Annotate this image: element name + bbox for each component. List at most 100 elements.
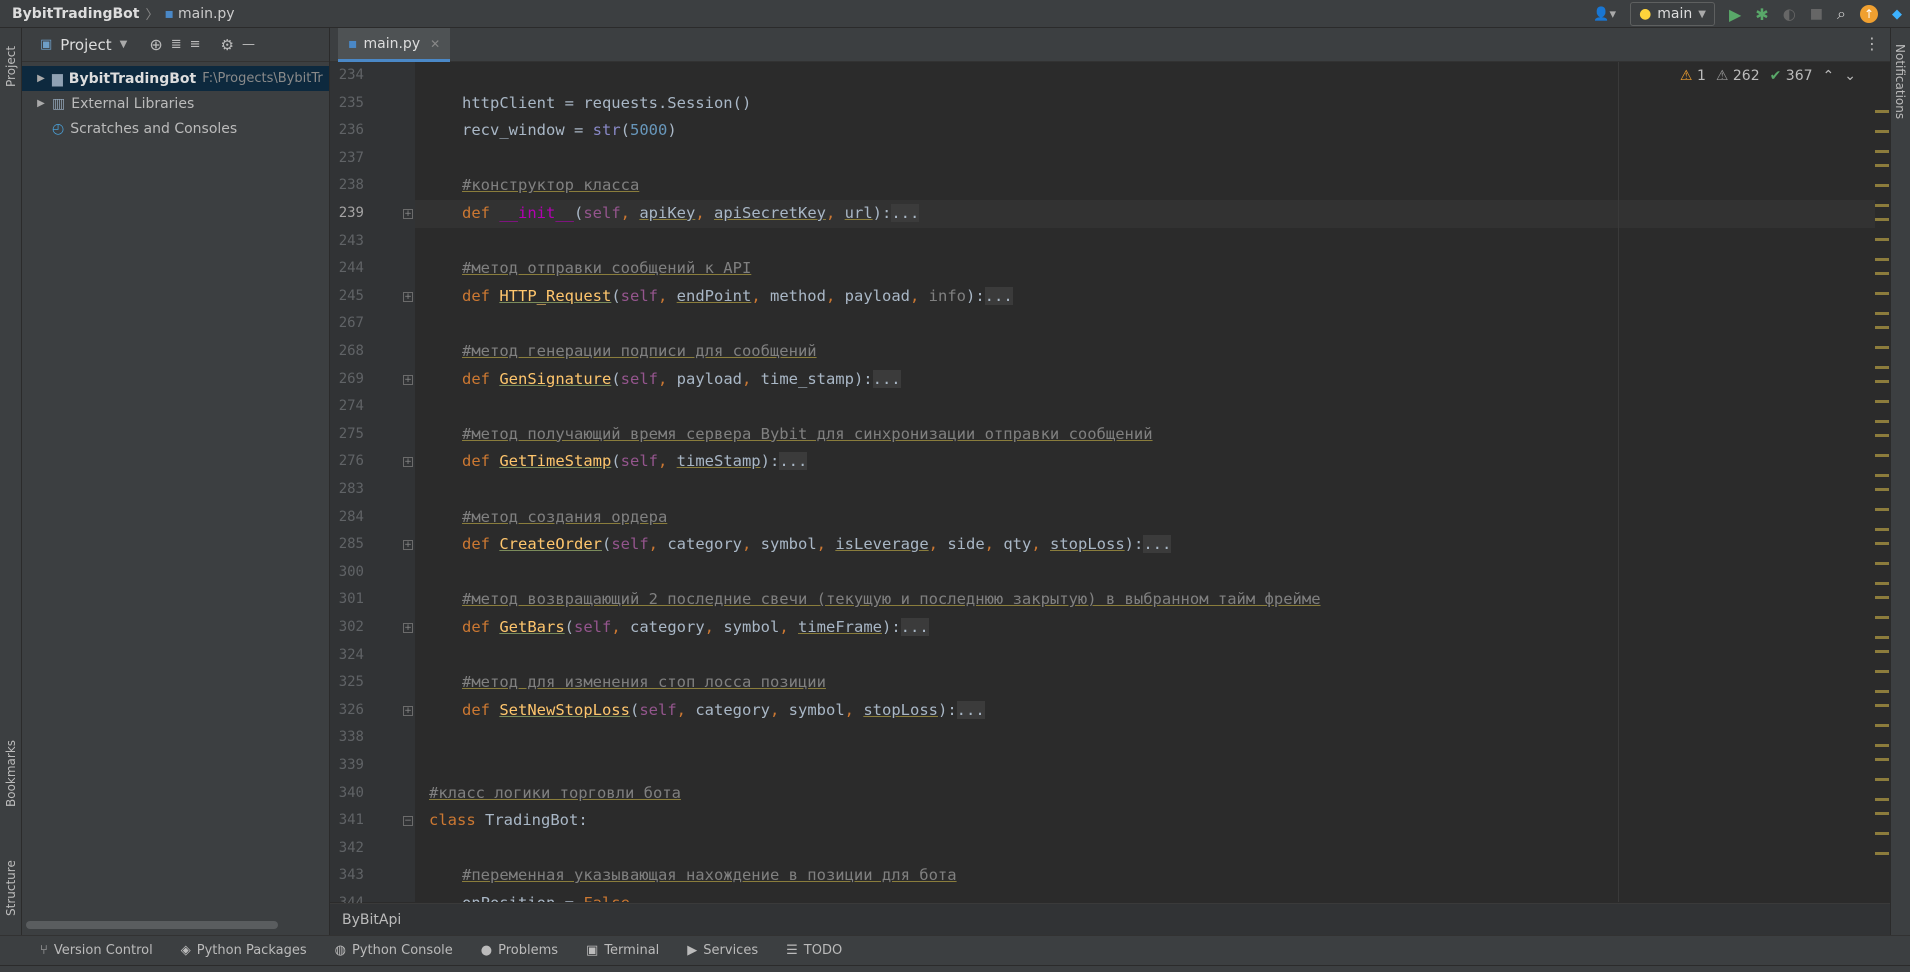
close-icon[interactable]: ✕ [430, 37, 440, 51]
code-line[interactable]: #метод создания ордера [415, 504, 1875, 532]
error-count[interactable]: ⚠ 1 [1680, 68, 1706, 84]
code-line[interactable]: #класс логики торговли бота [415, 780, 1875, 808]
code-line[interactable]: onPosition = False [415, 890, 1875, 902]
code-line[interactable]: def __init__(self, apiKey, apiSecretKey,… [415, 200, 1875, 228]
breadcrumb-class[interactable]: ByBitApi [342, 912, 401, 928]
line-number[interactable]: 268 [330, 338, 364, 366]
warning-stripe-mark[interactable] [1875, 164, 1889, 167]
chevron-right-icon[interactable]: ▶ [34, 98, 48, 109]
line-number[interactable]: 343 [330, 862, 364, 890]
warning-stripe-mark[interactable] [1875, 704, 1889, 707]
warning-stripe-mark[interactable] [1875, 488, 1889, 491]
warning-stripe-mark[interactable] [1875, 582, 1889, 585]
line-number[interactable]: 284 [330, 504, 364, 532]
search-icon[interactable]: ⌕ [1837, 4, 1846, 24]
project-name[interactable]: BybitTradingBot [12, 6, 139, 22]
line-number[interactable]: 301 [330, 586, 364, 614]
line-number[interactable]: 245 [330, 283, 364, 311]
code-editor[interactable]: httpClient = requests.Session() recv_wind… [415, 62, 1875, 902]
code-line[interactable]: def GenSignature(self, payload, time_sta… [415, 366, 1875, 394]
warning-stripe-mark[interactable] [1875, 596, 1889, 599]
warning-stripe-mark[interactable] [1875, 312, 1889, 315]
code-line[interactable] [415, 476, 1875, 504]
code-line[interactable]: #метод возвращающий 2 последние свечи (т… [415, 586, 1875, 614]
warning-stripe-mark[interactable] [1875, 542, 1889, 545]
fold-toggle-icon[interactable]: + [403, 374, 413, 385]
warning-stripe-mark[interactable] [1875, 292, 1889, 295]
warning-stripe-mark[interactable] [1875, 758, 1889, 761]
warning-stripe-mark[interactable] [1875, 326, 1889, 329]
line-number[interactable]: 269 [330, 366, 364, 394]
chevron-right-icon[interactable]: ▶ [34, 73, 48, 84]
stop-icon[interactable]: ■ [1810, 6, 1823, 22]
code-line[interactable] [415, 835, 1875, 863]
tool-window-todo[interactable]: ☰ TODO [772, 943, 856, 958]
warning-stripe-mark[interactable] [1875, 218, 1889, 221]
warning-count[interactable]: ⚠ 262 [1716, 68, 1760, 84]
code-line[interactable]: def GetBars(self, category, symbol, time… [415, 614, 1875, 642]
warning-stripe-mark[interactable] [1875, 528, 1889, 531]
line-number[interactable]: 234 [330, 62, 364, 90]
run-configuration-select[interactable]: ● main ▼ [1630, 2, 1715, 26]
project-panel-title[interactable]: Project [60, 36, 111, 54]
line-number[interactable]: 275 [330, 421, 364, 449]
inspection-widget[interactable]: ⚠ 1 ⚠ 262 ✔ 367 ⌃ ⌄ [1680, 68, 1856, 84]
notifications-tool-tab[interactable]: Notifications [1893, 44, 1907, 119]
code-line[interactable]: def GetTimeStamp(self, timeStamp):... [415, 448, 1875, 476]
tool-window-python-packages[interactable]: ◈ Python Packages [167, 943, 321, 958]
run-icon[interactable]: ▶ [1729, 5, 1741, 24]
code-line[interactable] [415, 145, 1875, 173]
warning-stripe-mark[interactable] [1875, 454, 1889, 457]
line-number[interactable]: 340 [330, 780, 364, 808]
tree-item-scratches[interactable]: ◴ Scratches and Consoles [22, 116, 329, 141]
code-line[interactable]: #метод генерации подписи для сообщений [415, 338, 1875, 366]
warning-stripe-mark[interactable] [1875, 366, 1889, 369]
warning-stripe-mark[interactable] [1875, 110, 1889, 113]
code-line[interactable]: class TradingBot: [415, 807, 1875, 835]
hide-icon[interactable]: — [242, 37, 255, 52]
warning-stripe-mark[interactable] [1875, 670, 1889, 673]
code-line[interactable]: def CreateOrder(self, category, symbol, … [415, 531, 1875, 559]
warning-stripe-mark[interactable] [1875, 832, 1889, 835]
line-number[interactable]: 285 [330, 531, 364, 559]
warning-stripe-mark[interactable] [1875, 380, 1889, 383]
user-icon[interactable]: 👤▾ [1593, 7, 1616, 22]
code-line[interactable]: recv_window = str(5000) [415, 117, 1875, 145]
code-line[interactable] [415, 393, 1875, 421]
line-number[interactable]: 300 [330, 559, 364, 587]
line-number[interactable]: 244 [330, 255, 364, 283]
warning-stripe-mark[interactable] [1875, 434, 1889, 437]
line-number[interactable]: 243 [330, 228, 364, 256]
code-line[interactable]: #метод для изменения стоп лосса позиции [415, 669, 1875, 697]
code-line[interactable] [415, 642, 1875, 670]
project-panel-scrollbar[interactable] [26, 921, 278, 929]
fold-toggle-icon[interactable]: + [403, 209, 413, 219]
warning-stripe-mark[interactable] [1875, 616, 1889, 619]
tool-window-terminal[interactable]: ▣ Terminal [572, 943, 673, 958]
line-number[interactable]: 341 [330, 807, 364, 835]
warning-stripe-mark[interactable] [1875, 204, 1889, 207]
code-line[interactable] [415, 724, 1875, 752]
code-line[interactable]: def HTTP_Request(self, endPoint, method,… [415, 283, 1875, 311]
chevron-up-icon[interactable]: ⌃ [1823, 68, 1835, 84]
warning-stripe-mark[interactable] [1875, 474, 1889, 477]
warning-stripe-mark[interactable] [1875, 724, 1889, 727]
warning-stripe-mark[interactable] [1875, 852, 1889, 855]
code-breadcrumb[interactable]: ByBitApi [330, 903, 1890, 935]
warning-stripe-mark[interactable] [1875, 272, 1889, 275]
more-icon[interactable]: ⋮ [1864, 34, 1880, 53]
warning-stripe-mark[interactable] [1875, 508, 1889, 511]
line-number[interactable]: 342 [330, 835, 364, 863]
warning-stripe-mark[interactable] [1875, 636, 1889, 639]
code-line[interactable]: #метод получающий время сервера Bybit дл… [415, 421, 1875, 449]
code-line[interactable] [415, 228, 1875, 256]
warning-stripe-mark[interactable] [1875, 778, 1889, 781]
gear-icon[interactable]: ⚙ [221, 36, 234, 54]
warning-stripe-mark[interactable] [1875, 420, 1889, 423]
line-number[interactable]: 302 [330, 614, 364, 642]
expand-all-icon[interactable]: ≣ [171, 37, 182, 52]
fold-toggle-icon[interactable]: + [403, 291, 413, 302]
warning-stripe-mark[interactable] [1875, 562, 1889, 565]
code-line[interactable] [415, 310, 1875, 338]
code-line[interactable]: def SetNewStopLoss(self, category, symbo… [415, 697, 1875, 725]
